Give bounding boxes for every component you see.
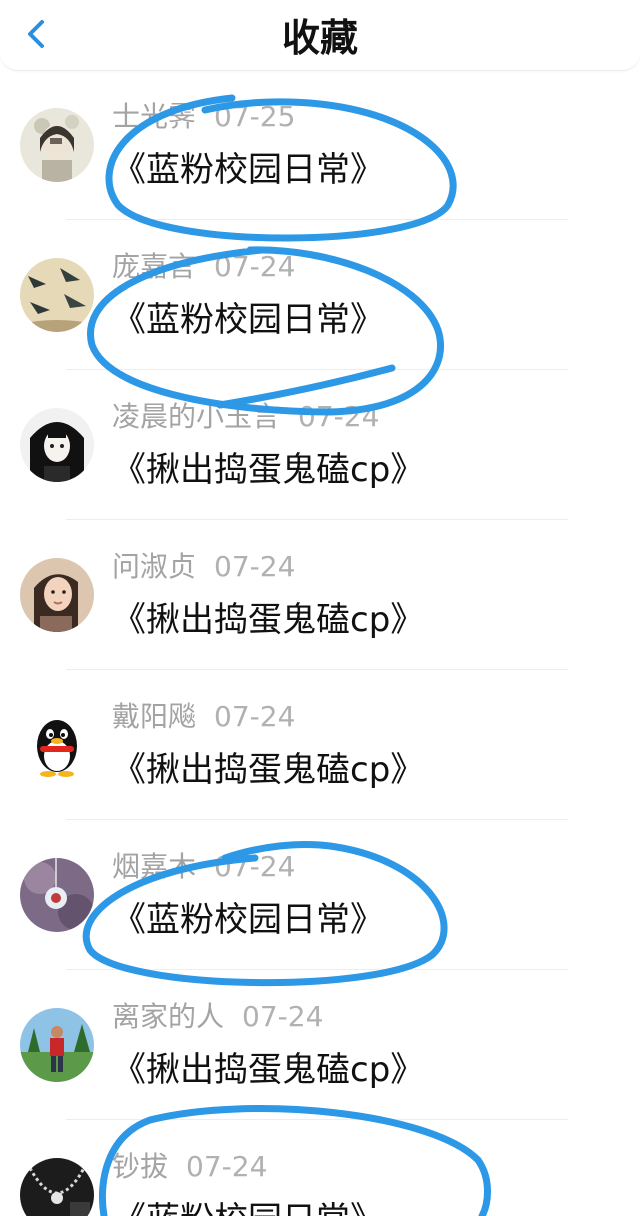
post-meta: 士光霁 07-25 <box>112 100 295 134</box>
item-title[interactable]: 《揪出捣蛋鬼磕cp》 <box>112 748 424 792</box>
author-name[interactable]: 钞拔 <box>112 1150 168 1183</box>
author-name[interactable]: 烟嘉木 <box>112 850 196 883</box>
list-item[interactable]: 凌晨的小玉言 07-24 《揪出捣蛋鬼磕cp》 <box>0 370 640 520</box>
post-time: 07-24 <box>298 400 380 433</box>
post-time: 07-25 <box>214 100 296 133</box>
item-title[interactable]: 《蓝粉校园日常》 <box>112 1198 384 1216</box>
necklace-avatar[interactable] <box>20 1158 94 1216</box>
list-item[interactable]: 庞嘉言 07-24 《蓝粉校园日常》 <box>0 220 640 370</box>
post-meta: 凌晨的小玉言 07-24 <box>112 400 379 434</box>
author-name[interactable]: 凌晨的小玉言 <box>112 400 280 433</box>
author-name[interactable]: 戴阳飚 <box>112 700 196 733</box>
post-time: 07-24 <box>214 250 296 283</box>
item-title[interactable]: 《蓝粉校园日常》 <box>112 898 384 942</box>
post-meta: 离家的人 07-24 <box>112 1000 323 1034</box>
post-meta: 庞嘉言 07-24 <box>112 250 295 284</box>
swallows-painting-avatar[interactable] <box>20 258 94 332</box>
author-name[interactable]: 离家的人 <box>112 1000 224 1033</box>
post-time: 07-24 <box>214 550 296 583</box>
qq-penguin-avatar[interactable] <box>20 708 94 782</box>
illustrated-girl-avatar[interactable] <box>20 108 94 182</box>
man-outdoor-avatar[interactable] <box>20 1008 94 1082</box>
page-title: 收藏 <box>281 16 358 60</box>
post-time: 07-24 <box>214 700 296 733</box>
post-meta: 戴阳飚 07-24 <box>112 700 295 734</box>
list-item[interactable]: 离家的人 07-24 《揪出捣蛋鬼磕cp》 <box>0 970 640 1120</box>
favorites-list: 士光霁 07-25 《蓝粉校园日常》 庞嘉言 07-24 《蓝粉校园日常》 凌晨… <box>0 70 640 1216</box>
list-item[interactable]: 烟嘉木 07-24 《蓝粉校园日常》 <box>0 820 640 970</box>
woman-photo-avatar[interactable] <box>20 558 94 632</box>
author-name[interactable]: 士光霁 <box>112 100 196 133</box>
list-item[interactable]: 问淑贞 07-24 《揪出捣蛋鬼磕cp》 <box>0 520 640 670</box>
author-name[interactable]: 问淑贞 <box>112 550 196 583</box>
item-title[interactable]: 《揪出捣蛋鬼磕cp》 <box>112 598 424 642</box>
post-meta: 烟嘉木 07-24 <box>112 850 295 884</box>
anime-girl-avatar[interactable] <box>20 408 94 482</box>
post-meta: 问淑贞 07-24 <box>112 550 295 584</box>
post-meta: 钞拔 07-24 <box>112 1150 267 1184</box>
list-item[interactable]: 戴阳飚 07-24 《揪出捣蛋鬼磕cp》 <box>0 670 640 820</box>
top-bar: 收藏 <box>0 0 640 71</box>
item-title[interactable]: 《蓝粉校园日常》 <box>112 298 384 342</box>
post-time: 07-24 <box>186 1150 268 1183</box>
post-time: 07-24 <box>242 1000 324 1033</box>
post-time: 07-24 <box>214 850 296 883</box>
item-title[interactable]: 《蓝粉校园日常》 <box>112 148 384 192</box>
list-item[interactable]: 士光霁 07-25 《蓝粉校园日常》 <box>0 70 640 220</box>
crystal-pendant-avatar[interactable] <box>20 858 94 932</box>
item-title[interactable]: 《揪出捣蛋鬼磕cp》 <box>112 1048 424 1092</box>
list-item[interactable]: 钞拔 07-24 《蓝粉校园日常》 <box>0 1120 640 1216</box>
author-name[interactable]: 庞嘉言 <box>112 250 196 283</box>
item-title[interactable]: 《揪出捣蛋鬼磕cp》 <box>112 448 424 492</box>
